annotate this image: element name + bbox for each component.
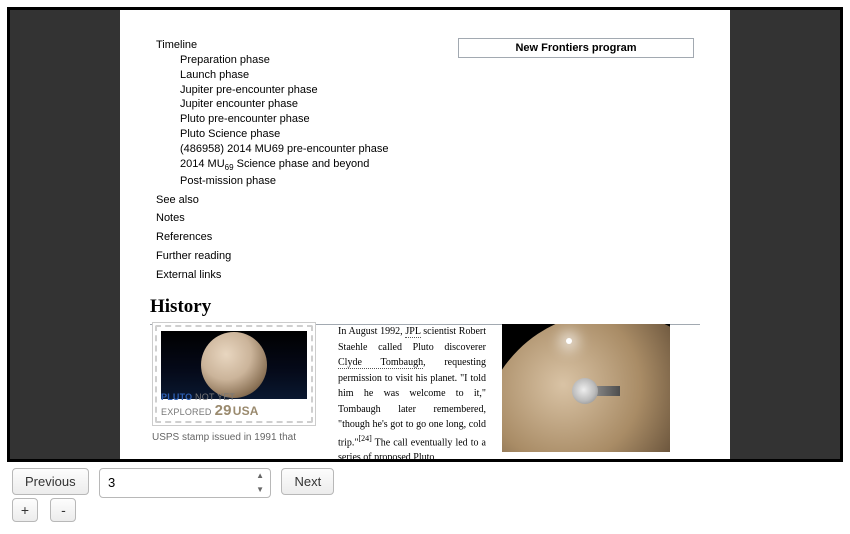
link-clyde-tombaugh[interactable]: Clyde Tombaugh	[338, 357, 423, 369]
step-down-icon[interactable]: ▼	[254, 486, 266, 494]
stamp-text: PLUTO NOT YET EXPLORED29USA	[161, 392, 315, 419]
link-jpl[interactable]: JPL	[405, 326, 420, 338]
document-viewer: New Frontiers program Timeline Preparati…	[7, 7, 843, 462]
toc-link-timeline[interactable]: Timeline	[156, 39, 197, 51]
program-title-box: New Frontiers program	[458, 38, 694, 58]
spacecraft-icon	[572, 376, 622, 404]
history-section: History	[150, 296, 700, 325]
toc-link[interactable]: Jupiter pre-encounter phase	[180, 84, 318, 96]
toc-link[interactable]: Pluto pre-encounter phase	[180, 113, 310, 125]
sun-flare-icon	[566, 338, 572, 344]
history-body: In August 1992, JPL scientist Robert Sta…	[338, 324, 486, 459]
toc-link-external[interactable]: External links	[156, 269, 221, 281]
toc-link[interactable]: Jupiter encounter phase	[180, 98, 298, 110]
toc-link[interactable]: (486958) 2014 MU69 pre-encounter phase	[180, 143, 389, 155]
page-content: New Frontiers program Timeline Preparati…	[120, 10, 730, 459]
pluto-icon	[201, 332, 267, 398]
page-controls: Previous ▲ ▼ Next	[12, 468, 340, 498]
toc-link-notes[interactable]: Notes	[156, 212, 185, 224]
page-number-input[interactable]	[100, 469, 256, 495]
toc-link[interactable]: Launch phase	[180, 69, 249, 81]
table-of-contents: Timeline Preparation phase Launch phase …	[156, 38, 446, 283]
step-up-icon[interactable]: ▲	[254, 472, 266, 480]
toc-link[interactable]: 2014 MU69 Science phase and beyond	[180, 158, 369, 170]
zoom-in-button[interactable]: +	[12, 498, 38, 522]
toc-link[interactable]: Post-mission phase	[180, 175, 276, 187]
spacecraft-figure	[502, 324, 670, 452]
page-number-stepper[interactable]: ▲ ▼	[99, 468, 271, 498]
history-heading: History	[150, 296, 700, 318]
zoom-out-button[interactable]: -	[50, 498, 76, 522]
toc-link[interactable]: Pluto Science phase	[180, 128, 280, 140]
previous-button[interactable]: Previous	[12, 468, 89, 495]
toc-link[interactable]: Preparation phase	[180, 54, 270, 66]
reference-24[interactable]: [24]	[358, 434, 371, 443]
stamp-figure: PLUTO NOT YET EXPLORED29USA USPS stamp i…	[152, 322, 320, 445]
next-button[interactable]: Next	[281, 468, 334, 495]
stamp-image: PLUTO NOT YET EXPLORED29USA	[152, 322, 316, 426]
toc-link-seealso[interactable]: See also	[156, 194, 199, 206]
stamp-caption: USPS stamp issued in 1991 that	[152, 432, 312, 445]
stamp-sky	[161, 331, 307, 399]
zoom-controls: + -	[12, 498, 84, 522]
toc-link-further[interactable]: Further reading	[156, 250, 231, 262]
toc-link-references[interactable]: References	[156, 231, 212, 243]
